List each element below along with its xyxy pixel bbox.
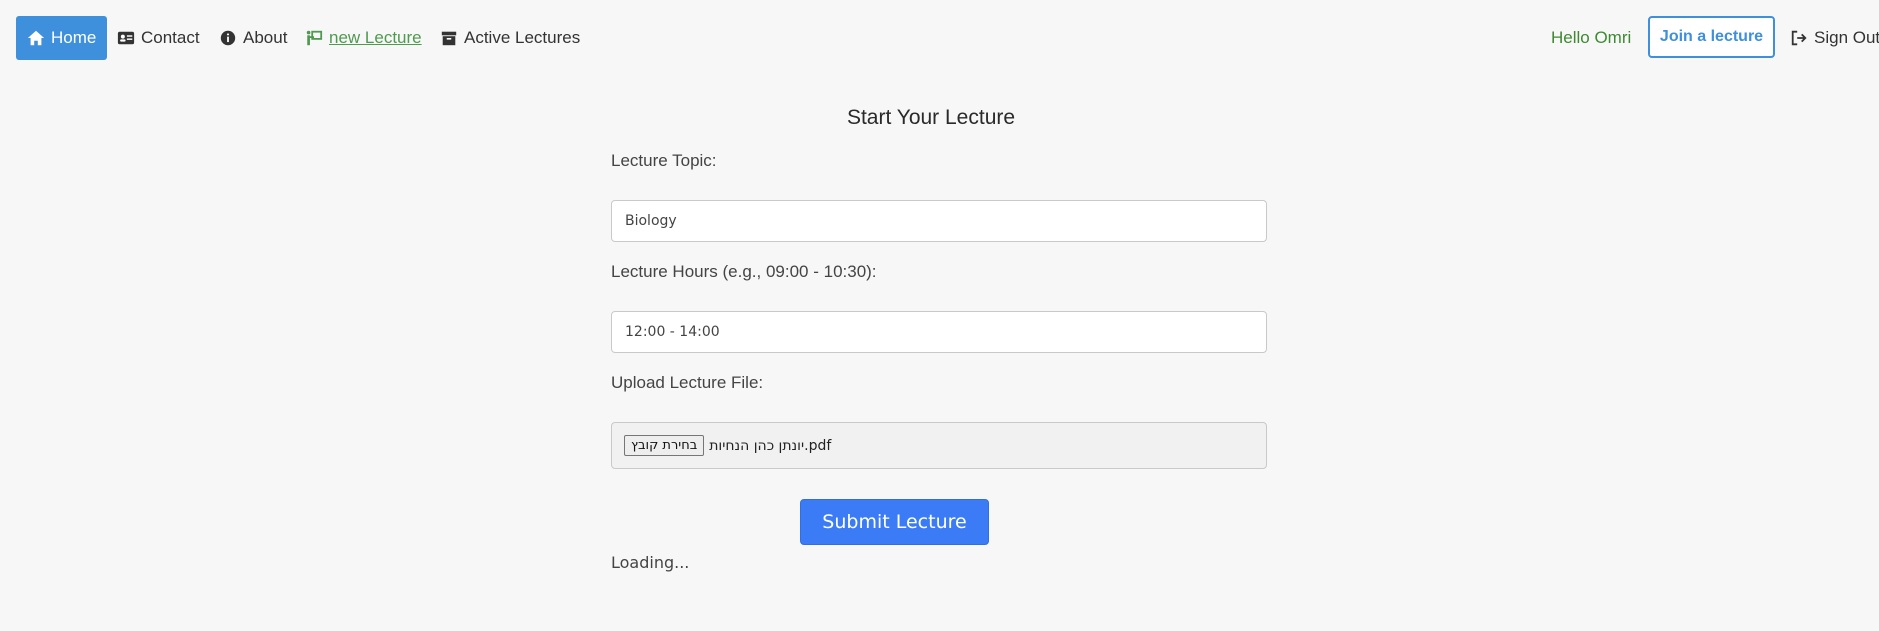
loading-status: Loading... [611, 553, 690, 572]
nav-home-link[interactable]: Home [16, 16, 108, 60]
nav-active-lectures-label: Active Lectures [464, 28, 581, 47]
page-title: Start Your Lecture [846, 106, 1016, 129]
nav-contact-link[interactable]: Contact [117, 16, 200, 60]
selected-file-name: יונתן כהן הנחיות.pdf [709, 437, 832, 454]
sign-out-link[interactable]: Sign Out [1790, 16, 1879, 60]
nav-about-link[interactable]: About [219, 16, 287, 60]
nav-about-label: About [243, 28, 288, 47]
info-icon [220, 30, 236, 46]
join-lecture-button[interactable]: Join a lecture [1648, 16, 1775, 58]
nav-contact-label: Contact [141, 28, 200, 47]
topic-label: Lecture Topic: [611, 151, 717, 170]
teacher-board-icon [306, 30, 323, 46]
file-upload-field[interactable]: בחירת קובץ יונתן כהן הנחיות.pdf [611, 422, 1267, 469]
nav-new-lecture-link[interactable]: new Lecture [305, 16, 422, 60]
hours-label: Lecture Hours (e.g., 09:00 - 10:30): [611, 262, 877, 281]
choose-file-button[interactable]: בחירת קובץ [624, 435, 705, 456]
top-navbar: Home Contact About new Lecture Active Le… [0, 0, 1879, 72]
home-icon [27, 30, 45, 46]
nav-new-lecture-label: new Lecture [329, 28, 422, 47]
submit-lecture-button[interactable]: Submit Lecture [800, 499, 989, 545]
nav-home-label: Home [51, 28, 97, 47]
file-label: Upload Lecture File: [611, 373, 764, 392]
user-greeting: Hello Omri [1551, 28, 1632, 47]
sign-out-icon [1791, 30, 1807, 46]
nav-active-lectures-link[interactable]: Active Lectures [440, 16, 580, 60]
contact-card-icon [117, 31, 135, 45]
sign-out-label: Sign Out [1814, 28, 1879, 47]
topic-input[interactable] [611, 200, 1267, 242]
hours-input[interactable] [611, 311, 1267, 353]
archive-icon [441, 31, 457, 46]
